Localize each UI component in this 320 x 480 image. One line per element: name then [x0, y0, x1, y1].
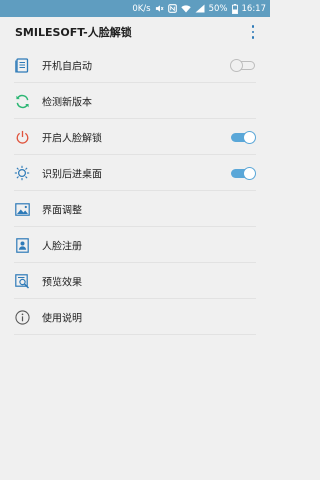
app-title: SMILESOFT-人脸解锁: [15, 26, 132, 39]
refresh-icon: [14, 93, 30, 109]
app-bar: SMILESOFT-人脸解锁: [0, 17, 270, 47]
setting-check-update[interactable]: 检测新版本: [0, 83, 270, 119]
nfc-icon: [167, 4, 177, 13]
go-desktop-toggle[interactable]: [231, 167, 256, 180]
status-bar: 0K/s 50% 16:17: [0, 0, 270, 17]
setting-label: 开启人脸解锁: [42, 133, 102, 145]
battery-icon: [231, 3, 238, 14]
setting-ui-adjust[interactable]: 界面调整: [0, 191, 270, 227]
wifi-icon: [180, 4, 191, 13]
mute-icon: [155, 4, 164, 13]
setting-label: 识别后进桌面: [42, 169, 102, 181]
image-icon: [14, 201, 30, 217]
setting-label: 开机自启动: [42, 61, 92, 73]
setting-label: 人脸注册: [42, 241, 82, 253]
power-icon: [14, 129, 30, 145]
setting-label: 预览效果: [42, 277, 82, 289]
setting-label: 使用说明: [42, 313, 82, 325]
setting-face-register[interactable]: 人脸注册: [0, 227, 270, 263]
auto-start-toggle[interactable]: [230, 59, 255, 72]
battery-level: 50%: [208, 3, 228, 14]
net-speed: 0K/s: [132, 3, 151, 14]
clock: 16:17: [241, 3, 267, 14]
setting-instructions[interactable]: 使用说明: [0, 299, 270, 335]
document-icon: [14, 57, 30, 73]
setting-face-unlock[interactable]: 开启人脸解锁: [0, 119, 270, 155]
signal-icon: [195, 4, 205, 13]
preview-icon: [14, 273, 30, 289]
face-unlock-toggle[interactable]: [231, 131, 256, 144]
setting-go-desktop[interactable]: 识别后进桌面: [0, 155, 270, 191]
settings-list: 开机自启动 检测新版本 开启人脸解锁 识别后进桌面 界面调整 人脸注册 预览效果…: [0, 47, 270, 335]
info-icon: [14, 309, 30, 325]
overflow-menu-icon[interactable]: [250, 25, 256, 39]
setting-label: 界面调整: [42, 205, 82, 217]
setting-preview[interactable]: 预览效果: [0, 263, 270, 299]
contact-card-icon: [14, 237, 30, 253]
brightness-icon: [14, 165, 30, 181]
setting-label: 检测新版本: [42, 97, 92, 109]
setting-auto-start[interactable]: 开机自启动: [0, 47, 270, 83]
